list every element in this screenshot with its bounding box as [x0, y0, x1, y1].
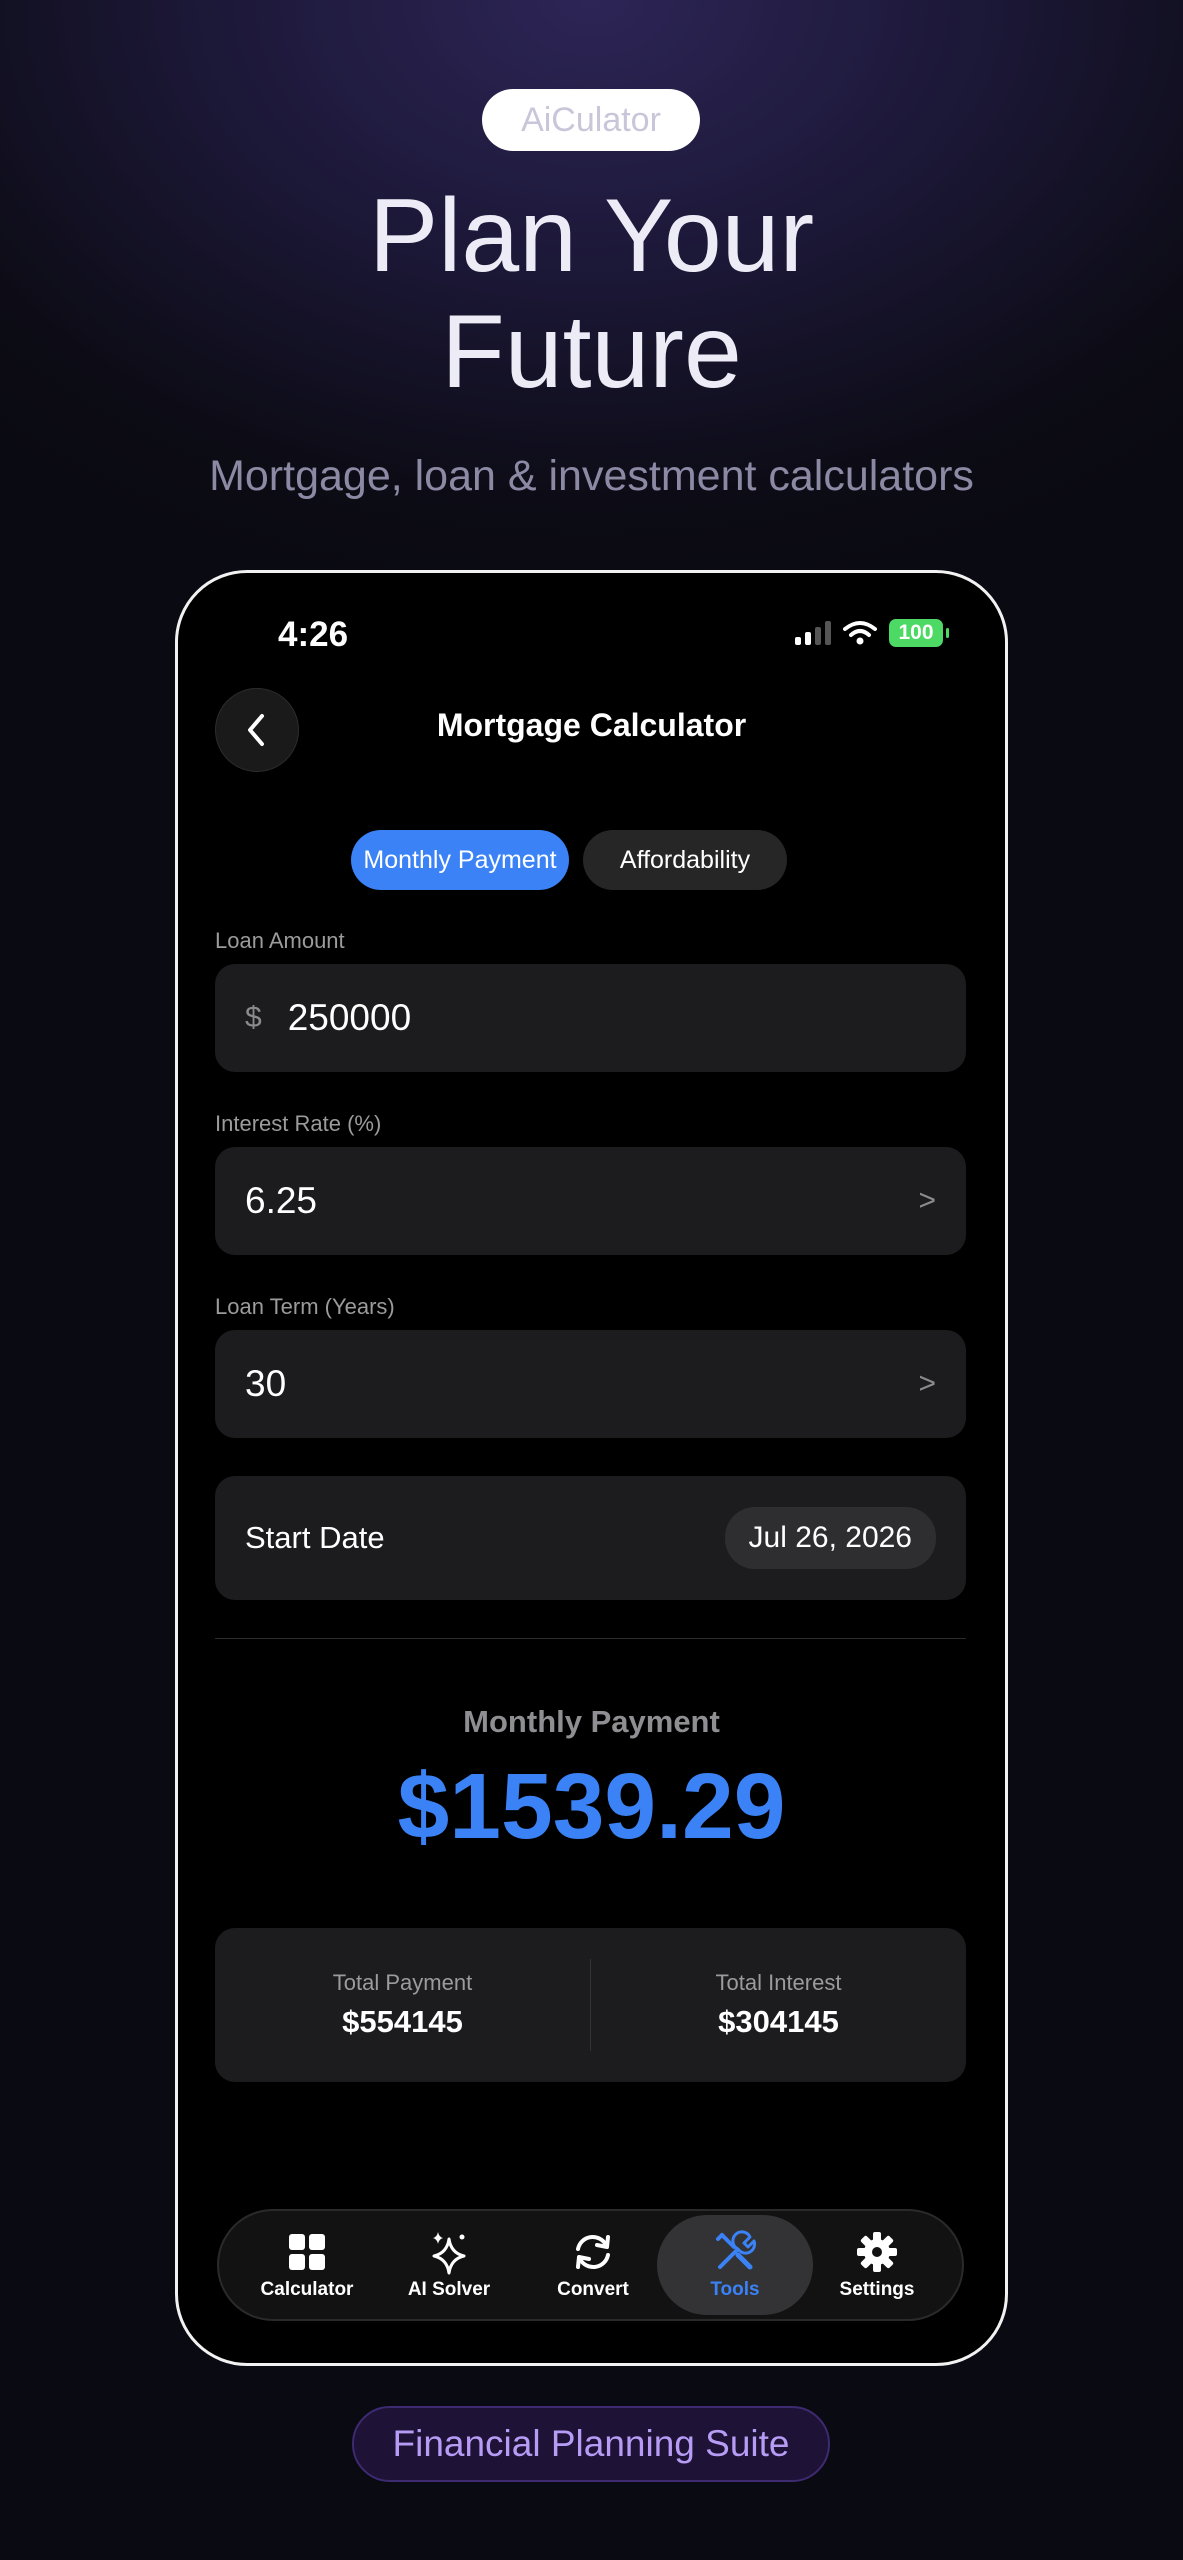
tab-label: Settings [839, 2279, 915, 2300]
currency-symbol: $ [245, 1001, 262, 1034]
tools-icon [716, 2230, 757, 2270]
start-date-label: Start Date [245, 1520, 385, 1555]
refresh-icon [576, 2234, 610, 2270]
tab-label: Calculator [260, 2279, 354, 2300]
tab-settings[interactable]: Settings [807, 2211, 947, 2319]
loan-amount-label: Loan Amount [215, 928, 345, 953]
loan-term-value: 30 [245, 1363, 287, 1404]
interest-rate-label: Interest Rate (%) [215, 1111, 382, 1136]
tab-calculator[interactable]: Calculator [237, 2211, 377, 2319]
wifi-icon [843, 621, 877, 645]
loan-term-field[interactable]: 30 > [215, 1330, 966, 1438]
headline-line-2: Future [441, 294, 742, 410]
monthly-payment-value: $1539.29 [397, 1754, 786, 1858]
signal-icon [795, 621, 831, 645]
divider [215, 1638, 966, 1639]
tab-ai-solver[interactable]: AI Solver [379, 2211, 519, 2319]
subheadline: Mortgage, loan & investment calculators [209, 452, 974, 500]
phone-frame: 4:26 100 Mortgage Calculator Monthly Pay… [175, 570, 1008, 2366]
status-time: 4:26 [278, 615, 349, 654]
status-indicators: 100 [795, 619, 949, 647]
totals-card: Total Payment $554145 Total Interest $30… [215, 1928, 966, 2082]
total-payment-label: Total Payment [332, 1970, 473, 1995]
start-date-picker[interactable]: Jul 26, 2026 [724, 1507, 936, 1569]
tab-affordability[interactable]: Affordability [583, 830, 787, 890]
total-interest: Total Interest $304145 [591, 1970, 966, 2040]
start-date-row: Start Date Jul 26, 2026 [215, 1476, 966, 1600]
tab-monthly-payment[interactable]: Monthly Payment [351, 830, 569, 890]
tab-bar: Calculator AI Solver Convert Tools Setti… [217, 2209, 964, 2321]
loan-amount-field[interactable]: $ 250000 [215, 964, 966, 1072]
tab-tools[interactable]: Tools [657, 2211, 813, 2319]
brand-badge: AiCulator [482, 89, 700, 151]
total-interest-label: Total Interest [715, 1970, 842, 1995]
tab-label: Tools [710, 2279, 760, 2300]
total-payment-value: $554145 [342, 2004, 463, 2039]
page-title: Mortgage Calculator [436, 707, 747, 743]
total-payment: Total Payment $554145 [215, 1970, 590, 2040]
headline: Plan Your Future [0, 178, 1183, 410]
monthly-payment-label: Monthly Payment [463, 1704, 720, 1739]
chevron-right-icon: > [918, 1367, 936, 1400]
battery-icon: 100 [889, 619, 949, 647]
interest-rate-field[interactable]: 6.25 > [215, 1147, 966, 1255]
chevron-right-icon: > [918, 1184, 936, 1217]
loan-amount-value: 250000 [287, 997, 412, 1038]
gear-icon [857, 2232, 897, 2272]
headline-line-1: Plan Your [368, 178, 815, 294]
footer-badge: Financial Planning Suite [352, 2406, 830, 2482]
grid-icon [289, 2234, 325, 2270]
total-interest-value: $304145 [718, 2004, 839, 2039]
tab-label: Convert [557, 2279, 629, 2300]
loan-term-label: Loan Term (Years) [215, 1294, 395, 1319]
sparkles-icon [432, 2232, 466, 2275]
interest-rate-value: 6.25 [245, 1180, 318, 1221]
tab-convert[interactable]: Convert [523, 2211, 663, 2319]
tab-label: AI Solver [407, 2279, 491, 2300]
